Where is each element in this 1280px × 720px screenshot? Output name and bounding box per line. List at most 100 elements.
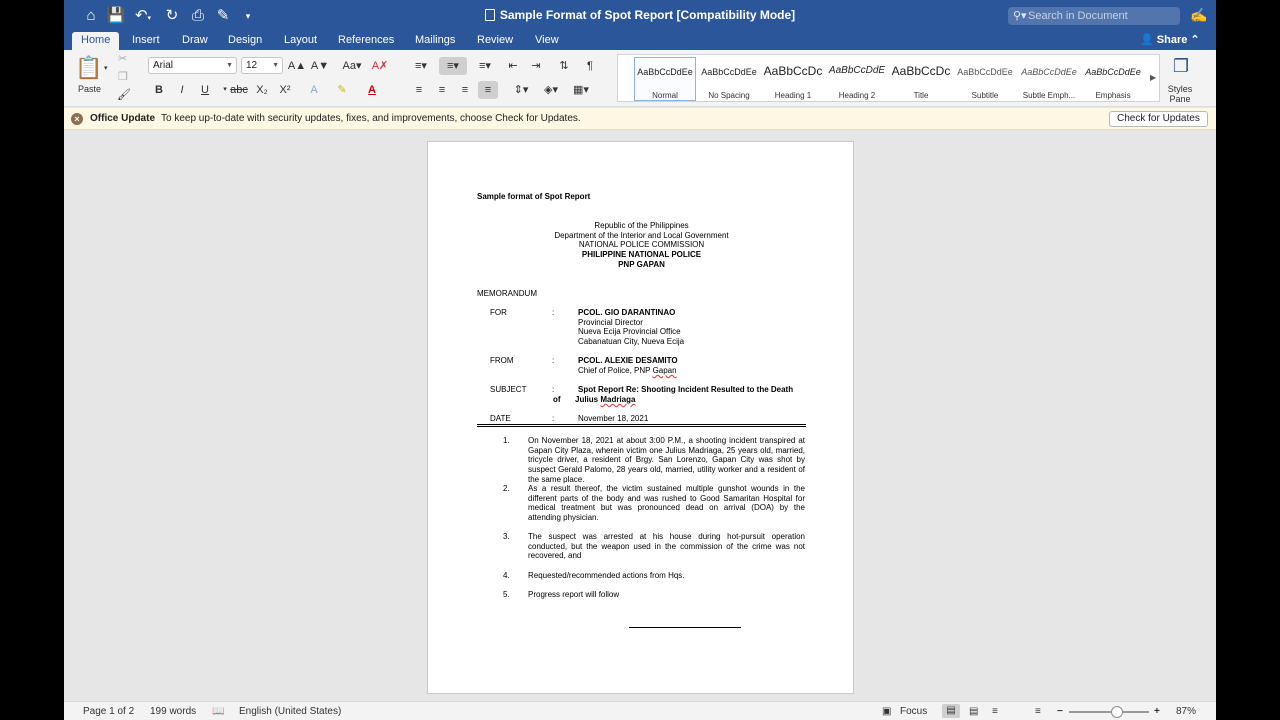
line-spacing-icon[interactable]: ⇕▾ xyxy=(507,81,535,99)
list-number: 3. xyxy=(503,532,510,541)
styles-pane-icon[interactable]: ❐ xyxy=(1168,56,1194,77)
tab-home[interactable]: Home xyxy=(72,32,120,50)
tab-mailings[interactable]: Mailings xyxy=(406,32,464,50)
focus-icon[interactable]: ▣ xyxy=(882,706,891,717)
tab-view[interactable]: View xyxy=(526,32,568,50)
align-right-icon[interactable]: ≡ xyxy=(455,81,475,99)
collapse-ribbon-icon[interactable]: ⌃ xyxy=(1190,34,1199,46)
divider xyxy=(477,426,806,427)
paragraph-marks-icon[interactable]: ¶ xyxy=(580,57,600,75)
colon: : xyxy=(552,414,555,423)
share-button[interactable]: 👤 Share ⌃ xyxy=(1140,33,1200,46)
style-no-spacing[interactable]: AaBbCcDdEe No Spacing xyxy=(698,57,760,101)
focus-label[interactable]: Focus xyxy=(900,706,927,717)
word-count[interactable]: 199 words xyxy=(150,706,196,717)
bold-icon[interactable]: B xyxy=(149,81,169,99)
shrink-font-icon[interactable]: A▼ xyxy=(310,57,330,75)
decrease-indent-icon[interactable]: ⇤ xyxy=(503,57,523,75)
zoom-out-icon[interactable]: − xyxy=(1057,706,1063,717)
zoom-in-icon[interactable]: + xyxy=(1154,706,1160,717)
proofing-icon[interactable]: 📖 xyxy=(212,706,224,717)
update-message: To keep up-to-date with security updates… xyxy=(161,113,581,124)
style-subtle-emphasis[interactable]: AaBbCcDdEe Subtle Emph... xyxy=(1018,57,1080,101)
format-painter-icon[interactable]: 🖌 xyxy=(117,88,131,101)
increase-indent-icon[interactable]: ⇥ xyxy=(526,57,546,75)
zoom-slider[interactable] xyxy=(1069,706,1149,718)
multilevel-list-icon[interactable]: ≡▾ xyxy=(471,57,499,75)
superscript-icon[interactable]: X² xyxy=(275,81,295,99)
styles-gallery: AaBbCcDdEe Normal AaBbCcDdEe No Spacing Aa… xyxy=(617,54,1160,102)
justify-icon[interactable]: ≡ xyxy=(478,81,498,99)
share-label: Share xyxy=(1156,34,1188,46)
for-line: Cabanatuan City, Nueva Ecija xyxy=(578,337,685,346)
style-name: Normal xyxy=(652,91,678,100)
font-color-icon[interactable]: A xyxy=(362,81,382,99)
cut-icon[interactable]: ✂ xyxy=(118,52,127,65)
subject-of: of xyxy=(553,395,561,404)
copy-icon[interactable]: ❐ xyxy=(118,70,128,83)
italic-icon[interactable]: I xyxy=(172,81,192,99)
tab-insert[interactable]: Insert xyxy=(123,32,169,50)
strikethrough-icon[interactable]: abc xyxy=(227,81,251,99)
web-layout-icon[interactable]: ▤ xyxy=(969,706,978,717)
font-name-select[interactable]: Arial ▼ xyxy=(148,57,237,74)
search-box[interactable]: ⚲▾ Search in Document xyxy=(1008,7,1180,25)
font-size-select[interactable]: 12 ▼ xyxy=(241,57,283,74)
paste-label[interactable]: Paste xyxy=(78,84,101,94)
gallery-more-icon[interactable]: ▶ xyxy=(1150,73,1156,82)
from-line: PCOL. ALEXIE DESAMITO xyxy=(578,356,678,365)
align-left-icon[interactable]: ≡ xyxy=(409,81,429,99)
numbering-icon[interactable]: ≡▾ xyxy=(439,57,467,75)
subject-text: Julius xyxy=(575,395,601,404)
tab-design[interactable]: Design xyxy=(219,32,271,50)
align-center-icon[interactable]: ≡ xyxy=(432,81,452,99)
language[interactable]: English (United States) xyxy=(239,706,341,717)
paste-icon[interactable]: 📋 xyxy=(74,54,104,82)
subscript-icon[interactable]: X₂ xyxy=(252,81,272,99)
style-name: Subtle Emph... xyxy=(1022,91,1076,100)
style-heading-1[interactable]: AaBbCcDc Heading 1 xyxy=(762,57,824,101)
style-preview: AaBbCcDdEe xyxy=(1085,67,1141,77)
tab-draw[interactable]: Draw xyxy=(173,32,217,50)
colon: : xyxy=(552,385,555,394)
status-bar: Page 1 of 2 199 words 📖 English (United … xyxy=(64,701,1216,720)
document-page[interactable]: Sample format of Spot Report Republic of… xyxy=(427,141,854,694)
document-icon xyxy=(484,9,495,21)
underline-icon[interactable]: U xyxy=(195,81,215,99)
highlight-icon[interactable]: ✎ xyxy=(332,81,352,99)
check-for-updates-button[interactable]: Check for Updates xyxy=(1109,111,1208,127)
list-item-text: Requested/recommended actions from Hqs. xyxy=(528,571,685,580)
close-icon[interactable]: × xyxy=(71,113,83,125)
bullets-icon[interactable]: ≡▾ xyxy=(407,57,435,75)
sort-icon[interactable]: ⇅ xyxy=(554,57,574,75)
style-heading-2[interactable]: AaBbCcDdE Heading 2 xyxy=(826,57,888,101)
print-layout-icon[interactable]: ▤ xyxy=(942,704,960,718)
tab-layout[interactable]: Layout xyxy=(275,32,326,50)
tab-review[interactable]: Review xyxy=(468,32,522,50)
spelling-flagged-word: Madriaga xyxy=(600,395,636,404)
list-item-text: As a result thereof, the victim sustaine… xyxy=(528,484,805,523)
paste-dropdown-icon[interactable]: ▾ xyxy=(104,64,108,72)
draft-view-icon[interactable]: ≡ xyxy=(1035,706,1041,717)
font-size-value: 12 xyxy=(246,60,258,71)
chevron-down-icon: ▼ xyxy=(226,62,233,69)
style-subtitle[interactable]: AaBbCcDdEe Subtitle xyxy=(954,57,1016,101)
outline-view-icon[interactable]: ≡ xyxy=(992,706,998,717)
zoom-level[interactable]: 87% xyxy=(1176,706,1196,717)
style-title[interactable]: AaBbCcDc Title xyxy=(890,57,952,101)
text-effects-icon[interactable]: A xyxy=(304,81,324,99)
grow-font-icon[interactable]: A▲ xyxy=(287,57,307,75)
colon: : xyxy=(552,356,555,365)
style-emphasis[interactable]: AaBbCcDdEe Emphasis xyxy=(1082,57,1144,101)
page-count[interactable]: Page 1 of 2 xyxy=(83,706,134,717)
style-normal[interactable]: AaBbCcDdEe Normal xyxy=(634,57,696,101)
zoom-slider-thumb[interactable] xyxy=(1111,706,1123,718)
change-case-icon[interactable]: Aa▾ xyxy=(338,57,366,75)
tab-references[interactable]: References xyxy=(329,32,403,50)
borders-icon[interactable]: ▦▾ xyxy=(566,81,596,99)
shading-icon[interactable]: ◈▾ xyxy=(538,81,564,99)
clear-formatting-icon[interactable]: A✗ xyxy=(370,57,390,75)
list-number: 1. xyxy=(503,436,510,445)
feedback-icon[interactable]: ✍ xyxy=(1190,7,1208,25)
styles-pane-label[interactable]: Styles Pane xyxy=(1162,84,1198,104)
